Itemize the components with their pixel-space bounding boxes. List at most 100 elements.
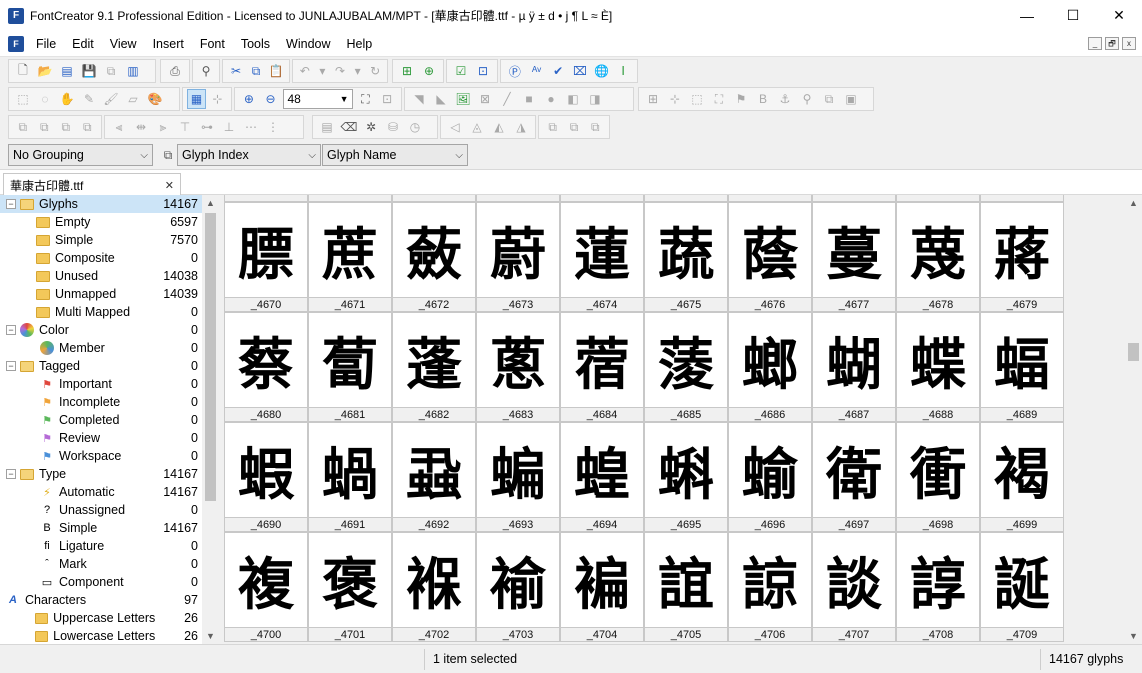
bring-forward-icon[interactable]: ⧉	[35, 117, 55, 137]
zoom-level-select[interactable]: 48 ▼	[283, 89, 353, 109]
glyph-cell[interactable]: 蓬 _4682	[392, 312, 476, 422]
outline-icon[interactable]: ▣	[841, 89, 861, 109]
tree-item[interactable]: Simple 7570	[0, 231, 202, 249]
glyph-cell[interactable]: 膘 _4670	[224, 202, 308, 312]
close-tab-icon[interactable]: ✕	[165, 179, 174, 192]
bucket-icon[interactable]: ⛁	[383, 117, 403, 137]
glyph-cell[interactable]: 褐 _4699	[980, 422, 1064, 532]
glyph-cell[interactable]: 蓮 _4674	[560, 202, 644, 312]
scroll-up-icon[interactable]: ▲	[1125, 195, 1142, 211]
brush-icon[interactable]: 🖌	[101, 89, 121, 109]
align-center-icon[interactable]: ⇹	[131, 117, 151, 137]
glyph-cell[interactable]: 蔚 _4673	[476, 202, 560, 312]
document-menu-icon[interactable]: F	[8, 35, 24, 52]
fill-color-icon[interactable]: 🎨	[145, 89, 165, 109]
tree-item[interactable]: Unused 14038	[0, 267, 202, 285]
tree-item[interactable]: ⚡ Automatic 14167	[0, 483, 202, 501]
document-tab[interactable]: 華康古印體.ttf ✕	[3, 173, 181, 196]
glyph-cell[interactable]: 螂 _4686	[728, 312, 812, 422]
pen-icon[interactable]: ✎	[79, 89, 99, 109]
collapse-icon[interactable]: −	[6, 199, 16, 209]
tree-item[interactable]: Unmapped 14039	[0, 285, 202, 303]
measure-icon[interactable]: ◣	[431, 89, 451, 109]
glyph-cell[interactable]: 蔆 _4685	[644, 312, 728, 422]
align-left-icon[interactable]: ⫷	[109, 117, 129, 137]
undo-dropdown-icon[interactable]: ▾	[315, 61, 331, 81]
glyph-cell[interactable]: 蝶 _4688	[896, 312, 980, 422]
glyph-cell[interactable]: 蓿 _4684	[560, 312, 644, 422]
test-font-icon[interactable]: ⌧	[570, 61, 590, 81]
close-window-button[interactable]: ✕	[1096, 0, 1142, 31]
tree-item[interactable]: Member 0	[0, 339, 202, 357]
sort-primary-select[interactable]: Glyph Index ⌵	[177, 144, 321, 166]
rotate-icon[interactable]: ◭	[489, 117, 509, 137]
distribute-h-icon[interactable]: ⋯	[241, 117, 261, 137]
insert-character-icon[interactable]: ⊕	[419, 61, 439, 81]
glyph-cell[interactable]: 蔡 _4680	[224, 312, 308, 422]
glyph-cell[interactable]: 談 _4707	[812, 532, 896, 642]
union-icon[interactable]: ⧉	[543, 117, 562, 137]
glyph-cell[interactable]: 蝗 _4694	[560, 422, 644, 532]
menu-insert[interactable]: Insert	[145, 31, 192, 57]
glyph-cell[interactable]: 複 _4700	[224, 532, 308, 642]
maximize-button[interactable]: ☐	[1050, 0, 1096, 31]
bring-front-icon[interactable]: ⧉	[13, 117, 33, 137]
redo-icon[interactable]: ↷	[332, 61, 348, 81]
menu-tools[interactable]: Tools	[233, 31, 278, 57]
flip-left-icon[interactable]: ◁	[445, 117, 465, 137]
grid-toggle-icon[interactable]: ▦	[187, 89, 207, 109]
tree-item[interactable]: − Type 14167	[0, 465, 202, 483]
tree-item[interactable]: ⚑ Incomplete 0	[0, 393, 202, 411]
sort-secondary-select[interactable]: Glyph Name ⌵	[322, 144, 468, 166]
knife-icon[interactable]: ◥	[409, 89, 429, 109]
bounding-box-icon[interactable]: ⬚	[687, 89, 707, 109]
subtract-icon[interactable]: ⧉	[564, 117, 583, 137]
glyph-cell[interactable]: 蔣 _4679	[980, 202, 1064, 312]
align-middle-icon[interactable]: ⊶	[197, 117, 217, 137]
tree-item[interactable]: ▭ Component 0	[0, 573, 202, 591]
ellipse-icon[interactable]: ●	[541, 89, 561, 109]
tree-scroll-thumb[interactable]	[205, 213, 216, 501]
collapse-icon[interactable]: −	[6, 469, 16, 479]
tree-item[interactable]: ⚑ Important 0	[0, 375, 202, 393]
menu-window[interactable]: Window	[278, 31, 338, 57]
insert-glyph-icon[interactable]: ⊞	[397, 61, 417, 81]
glyph-cell[interactable]: 蝌 _4695	[644, 422, 728, 532]
skew-icon[interactable]: ◮	[511, 117, 531, 137]
glyph-cell[interactable]: 蝠 _4689	[980, 312, 1064, 422]
save-icon[interactable]: 💾	[79, 61, 99, 81]
tree-item[interactable]: A Characters 97	[0, 591, 202, 609]
align-right-icon[interactable]: ⫸	[153, 117, 173, 137]
glyph-cell[interactable]: 蔭 _4676	[728, 202, 812, 312]
tree-item[interactable]: B Simple 14167	[0, 519, 202, 537]
glyph-cell[interactable]: 蔬 _4675	[644, 202, 728, 312]
web-preview-icon[interactable]: 🌐	[592, 61, 612, 81]
check-icon[interactable]: ✔	[548, 61, 568, 81]
glyph-cell[interactable]: 褒 _4701	[308, 532, 392, 642]
paste-icon[interactable]: 📋	[267, 61, 285, 81]
mdi-restore-button[interactable]: 🗗	[1105, 37, 1119, 50]
connect-icon[interactable]: ⚲	[797, 89, 817, 109]
tree-item[interactable]: ˆ Mark 0	[0, 555, 202, 573]
spell-check-icon[interactable]: ᴬᵛ	[527, 61, 547, 81]
erase-contour-icon[interactable]: ⌫	[339, 117, 359, 137]
bug-icon[interactable]: ✲	[361, 117, 381, 137]
print-icon[interactable]: ⎙	[165, 61, 185, 81]
glyph-cell[interactable]: 誼 _4705	[644, 532, 728, 642]
minimize-button[interactable]: —	[1004, 0, 1050, 31]
transform-icon[interactable]: ⛶	[709, 89, 729, 109]
tree-item[interactable]: fi Ligature 0	[0, 537, 202, 555]
image-edit-icon[interactable]: ⊠	[475, 89, 495, 109]
line-icon[interactable]: ╱	[497, 89, 517, 109]
glyph-cell[interactable]: 褊 _4704	[560, 532, 644, 642]
glyph-cell[interactable]: 諒 _4706	[728, 532, 812, 642]
validate-icon[interactable]: ☑	[451, 61, 471, 81]
open-table-icon[interactable]: ▤	[57, 61, 77, 81]
distribute-v-icon[interactable]: ⋮	[263, 117, 283, 137]
copy-icon[interactable]: ⧉	[247, 61, 265, 81]
refresh-icon[interactable]: ↻	[367, 61, 383, 81]
rectangle-icon[interactable]: ■	[519, 89, 539, 109]
clock-icon[interactable]: ◷	[405, 117, 425, 137]
arrow-left-icon[interactable]: ◧	[563, 89, 583, 109]
tree-item[interactable]: ? Unassigned 0	[0, 501, 202, 519]
